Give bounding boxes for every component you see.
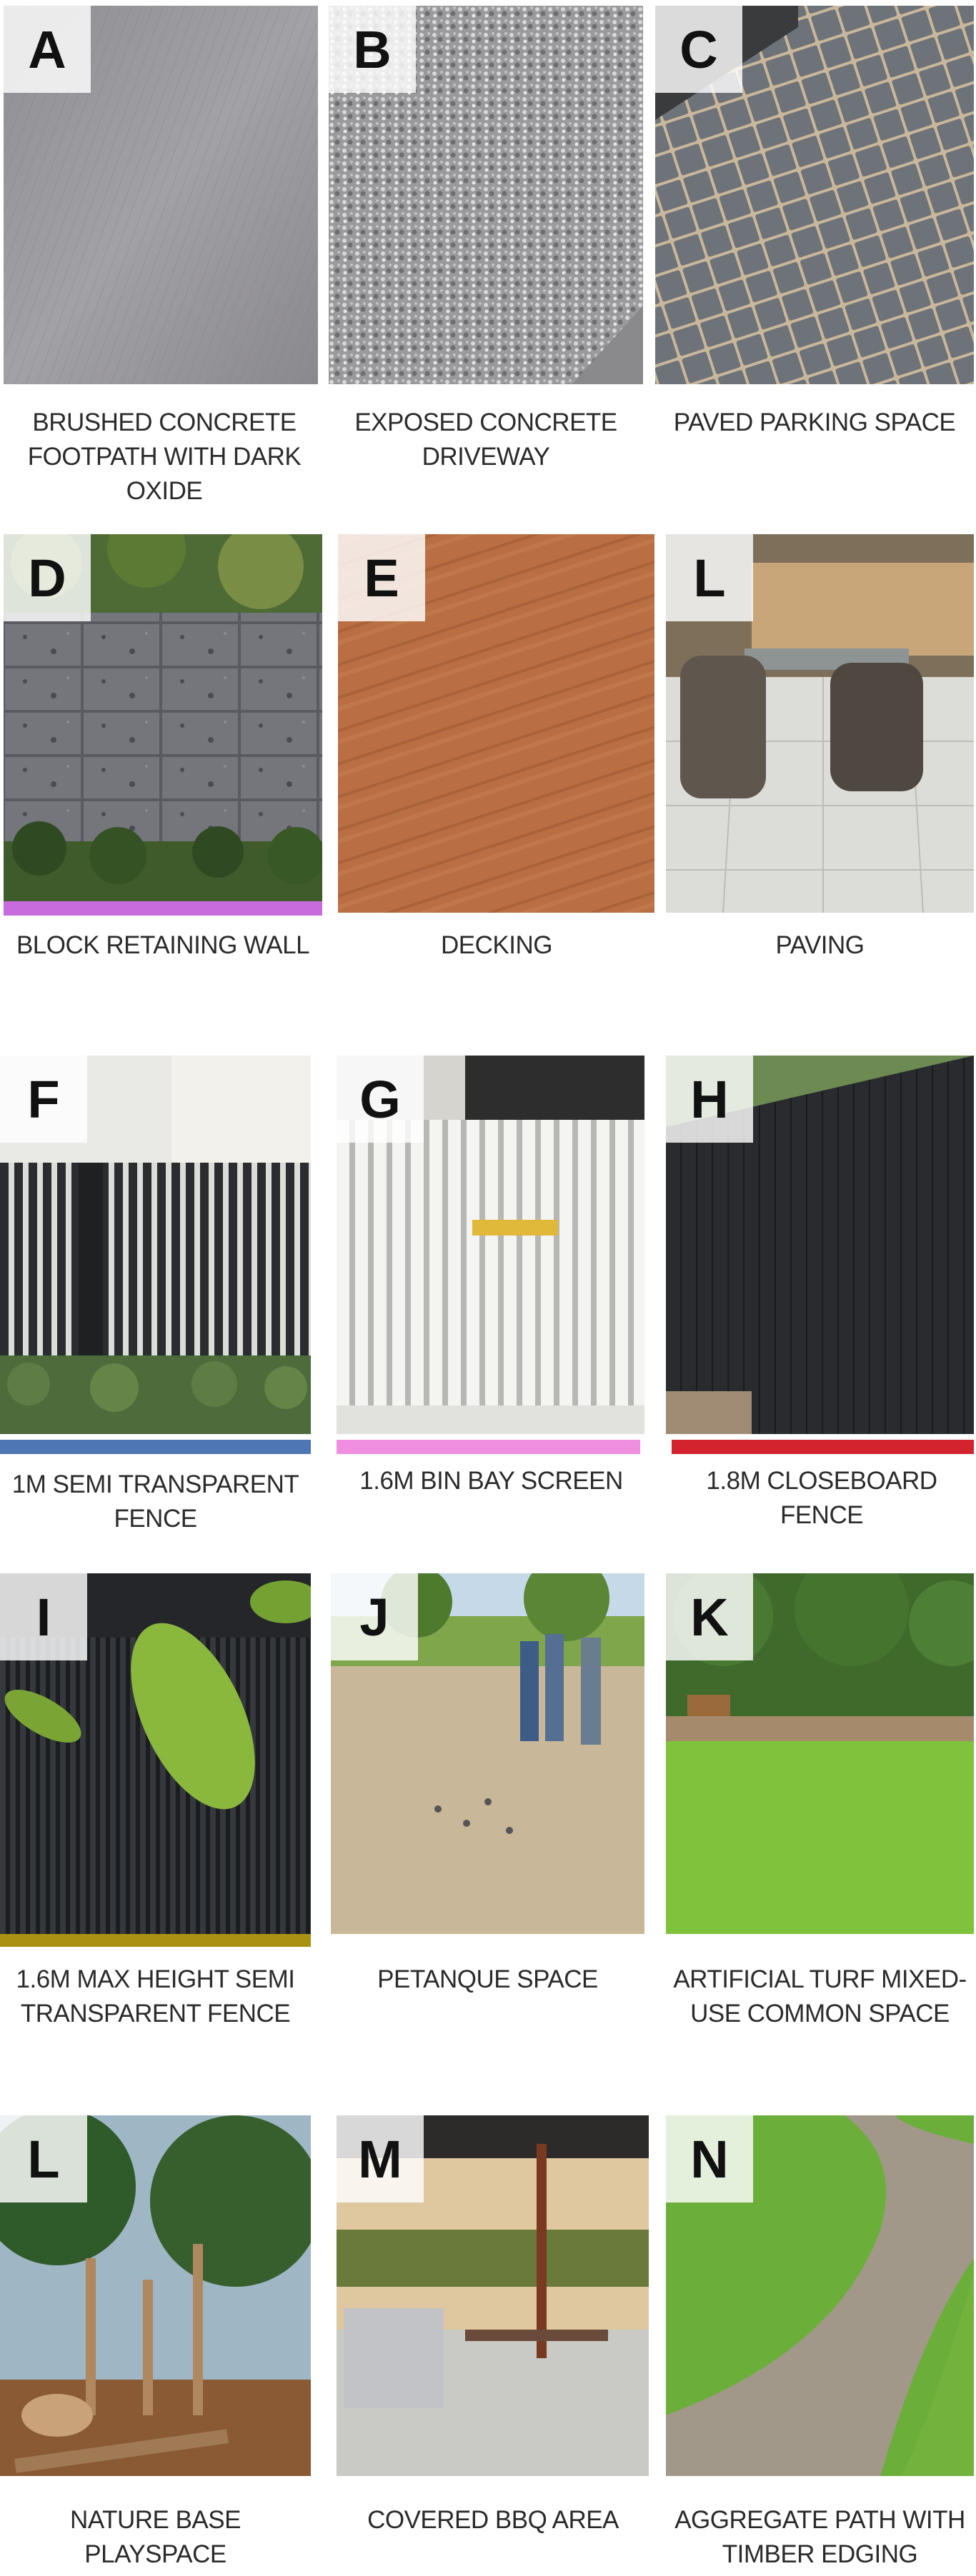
tile-letter: L — [0, 2115, 87, 2202]
tile-m: M — [337, 2115, 649, 2476]
tile-letter: L — [666, 534, 753, 621]
tile-letter: G — [337, 1056, 424, 1143]
tile-d: D — [4, 534, 322, 918]
tile-letter: A — [4, 6, 91, 93]
tile-caption: COVERED BBQ AREA — [367, 2506, 619, 2534]
tile-f: F — [0, 1056, 311, 1434]
tile-letter: J — [331, 1573, 418, 1660]
tile-a: A — [4, 6, 318, 384]
tile-letter: F — [0, 1056, 87, 1143]
tile-e: E — [338, 534, 654, 913]
tile-l-paving: L — [666, 534, 974, 913]
tile-caption: 1.6M BIN BAY SCREEN — [359, 1467, 623, 1495]
legend-bar-pink — [337, 1440, 640, 1454]
tile-n: N — [666, 2115, 974, 2476]
legend-bar-red — [672, 1440, 974, 1454]
tile-letter: H — [666, 1056, 753, 1143]
tile-caption: PAVING — [775, 931, 865, 959]
tile-letter: D — [4, 534, 91, 621]
tile-caption: AGGREGATE PATH WITH TIMBER EDGING — [674, 2506, 965, 2568]
tile-caption: BRUSHED CONCRETE FOOTPATH WITH DARK OXID… — [27, 409, 302, 505]
tile-letter: I — [0, 1573, 87, 1660]
tile-caption: EXPOSED CONCRETE DRIVEWAY — [354, 409, 617, 471]
tile-k: K — [666, 1573, 974, 1934]
tile-h: H — [666, 1056, 974, 1434]
tile-caption: NATURE BASE PLAYSPACE — [70, 2506, 241, 2568]
legend-bar-purple — [4, 901, 322, 916]
tile-caption: 1.6M MAX HEIGHT SEMI TRANSPARENT FENCE — [16, 1965, 296, 2028]
legend-bar-blue — [0, 1440, 311, 1454]
tile-letter: E — [338, 534, 425, 621]
tile-caption: BLOCK RETAINING WALL — [16, 931, 310, 959]
tile-letter: N — [666, 2115, 753, 2202]
tile-b: B — [329, 6, 643, 384]
tile-i: I — [0, 1573, 311, 1934]
tile-letter: M — [337, 2115, 424, 2202]
tile-caption: PETANQUE SPACE — [377, 1965, 598, 1993]
tile-letter: B — [329, 6, 416, 93]
tile-letter: C — [655, 6, 742, 93]
tile-caption: ARTIFICIAL TURF MIXED-USE COMMON SPACE — [673, 1965, 967, 2028]
tile-caption: 1.8M CLOSEBOARD FENCE — [706, 1467, 937, 1529]
tile-c: C — [655, 6, 974, 384]
tile-caption: 1M SEMI TRANSPARENT FENCE — [11, 1470, 299, 1533]
tile-j: J — [331, 1573, 644, 1934]
tile-g: G — [337, 1056, 644, 1434]
tile-caption: PAVED PARKING SPACE — [673, 409, 956, 436]
tile-caption: DECKING — [441, 931, 552, 959]
tile-letter: K — [666, 1573, 753, 1660]
tile-l-play: L — [0, 2115, 311, 2476]
legend-bar-olive — [0, 1934, 311, 1947]
